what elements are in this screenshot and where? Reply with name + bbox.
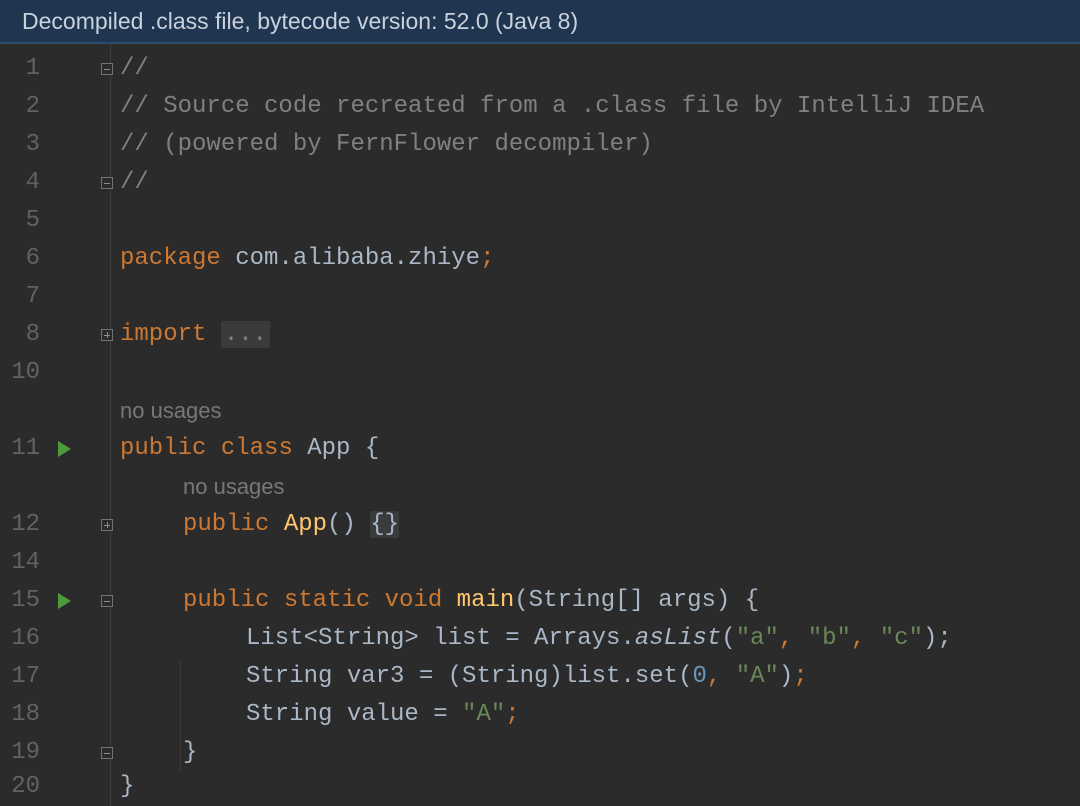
- line-number: 5: [25, 207, 40, 234]
- string-literal: "c": [879, 625, 923, 652]
- line-number: 20: [11, 773, 40, 800]
- line-number: 17: [11, 663, 40, 690]
- line-number: 4: [25, 169, 40, 196]
- line-number: 19: [11, 739, 40, 766]
- number-literal: 0: [692, 663, 707, 690]
- comment-text: // Source code recreated from a .class f…: [120, 93, 985, 120]
- code-editor[interactable]: 1 // 2 // Source code recreated from a .…: [0, 44, 1080, 806]
- code-statement: List<String> list = Arrays.asList("a", "…: [246, 620, 952, 658]
- line-number: 8: [25, 321, 40, 348]
- code-line-2: 2 // Source code recreated from a .class…: [0, 88, 1080, 126]
- package-statement: package com.alibaba.zhiye;: [120, 240, 494, 278]
- code-text: );: [922, 625, 952, 652]
- semicolon: ;: [480, 245, 495, 272]
- line-number: 12: [11, 511, 40, 538]
- class-name: App {: [292, 435, 380, 462]
- method-name: main: [456, 587, 515, 614]
- code-text: (: [721, 625, 736, 652]
- fold-collapse-icon[interactable]: [101, 595, 113, 607]
- code-line-3: 3 // (powered by FernFlower decompiler): [0, 126, 1080, 164]
- constructor-name: App: [283, 511, 328, 538]
- collapsed-body[interactable]: {}: [370, 511, 400, 538]
- code-statement: String var3 = (String)list.set(0, "A");: [246, 658, 808, 696]
- string-literal: "A": [735, 663, 779, 690]
- code-line-12: 12 public App() {}: [0, 506, 1080, 544]
- comment-text: //: [120, 55, 149, 82]
- code-statement: String value = "A";: [246, 696, 520, 734]
- code-line-1: 1 //: [0, 50, 1080, 88]
- collapsed-imports[interactable]: ...: [220, 321, 271, 348]
- keyword: import: [120, 321, 207, 348]
- keyword: package: [120, 245, 221, 272]
- package-name: com.alibaba.zhiye: [220, 245, 481, 272]
- semicolon: ;: [793, 663, 808, 690]
- class-declaration: public class App {: [120, 430, 379, 468]
- line-number: 6: [25, 245, 40, 272]
- closing-brace: }: [120, 773, 135, 800]
- line-number: 18: [11, 701, 40, 728]
- line-number: 11: [11, 435, 40, 462]
- comma: ,: [706, 663, 722, 690]
- fold-expand-icon[interactable]: [101, 519, 113, 531]
- import-statement: import ...: [120, 316, 271, 354]
- code-line-5: 5: [0, 202, 1080, 240]
- keyword: public: [183, 511, 270, 538]
- comment-text: // (powered by FernFlower decompiler): [120, 131, 653, 158]
- code-line-11: 11 public class App {: [0, 430, 1080, 468]
- keyword: public: [183, 587, 270, 614]
- code-line-15: 15 public static void main(String[] args…: [0, 582, 1080, 620]
- keyword: class: [220, 435, 293, 462]
- method-call: asList: [634, 625, 722, 652]
- line-number: 16: [11, 625, 40, 652]
- code-line-6: 6 package com.alibaba.zhiye;: [0, 240, 1080, 278]
- code-line-10: 10: [0, 354, 1080, 392]
- comma: ,: [850, 625, 866, 652]
- code-text: ): [778, 663, 794, 690]
- constructor-parens: (): [327, 511, 371, 538]
- run-icon[interactable]: [58, 593, 71, 609]
- code-line-19: 19 }: [0, 734, 1080, 772]
- code-line-8: 8 import ...: [0, 316, 1080, 354]
- line-number: 2: [25, 93, 40, 120]
- fold-collapse-icon[interactable]: [101, 63, 113, 75]
- line-number: 10: [11, 359, 40, 386]
- keyword: public: [120, 435, 207, 462]
- run-icon[interactable]: [58, 441, 71, 457]
- method-params: (String[] args) {: [514, 587, 760, 614]
- code-line-14: 14: [0, 544, 1080, 582]
- decompiled-banner: Decompiled .class file, bytecode version…: [0, 0, 1080, 44]
- fold-end-icon[interactable]: [101, 747, 113, 759]
- code-text: String value =: [246, 701, 463, 728]
- comment-text: //: [120, 169, 149, 196]
- string-literal: "a": [735, 625, 779, 652]
- closing-brace: }: [183, 739, 198, 766]
- line-number: 14: [11, 549, 40, 576]
- line-number: 3: [25, 131, 40, 158]
- fold-end-icon[interactable]: [101, 177, 113, 189]
- fold-expand-icon[interactable]: [101, 329, 113, 341]
- code-line-16: 16 List<String> list = Arrays.asList("a"…: [0, 620, 1080, 658]
- usages-hint[interactable]: no usages: [120, 392, 222, 430]
- main-method-declaration: public static void main(String[] args) {: [183, 582, 759, 620]
- code-text: String var3 = (String)list.set(: [246, 663, 693, 690]
- line-number: 1: [25, 55, 40, 82]
- code-line-4: 4 //: [0, 164, 1080, 202]
- constructor-declaration: public App() {}: [183, 506, 400, 544]
- keyword: static: [283, 587, 371, 614]
- code-line-18: 18 String value = "A";: [0, 696, 1080, 734]
- keyword: void: [384, 587, 443, 614]
- code-line-7: 7: [0, 278, 1080, 316]
- comma: ,: [778, 625, 794, 652]
- semicolon: ;: [505, 701, 520, 728]
- code-line-20: 20 }: [0, 768, 1080, 806]
- code-text: List<String> list = Arrays.: [246, 625, 635, 652]
- line-number: 15: [11, 587, 40, 614]
- string-literal: "A": [462, 701, 506, 728]
- code-line-17: 17 String var3 = (String)list.set(0, "A"…: [0, 658, 1080, 696]
- line-number: 7: [25, 283, 40, 310]
- string-literal: "b": [807, 625, 851, 652]
- usages-hint[interactable]: no usages: [183, 468, 285, 506]
